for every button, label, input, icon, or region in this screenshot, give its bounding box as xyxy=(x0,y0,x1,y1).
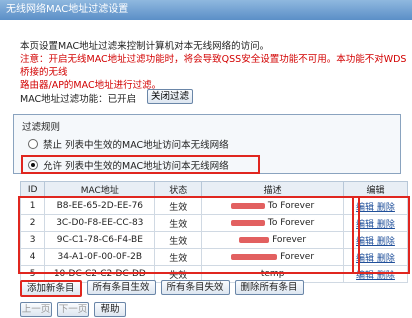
th-status: 状态 xyxy=(154,181,203,198)
row-mac: B8-EE-65-2D-EE-76 xyxy=(44,197,156,215)
bottom-actions: 添加新条目 所有条目生效 所有条目失效 删除所有条目 xyxy=(20,280,304,297)
deny-option[interactable]: 禁止 列表中生效的MAC地址访问本无线网络 xyxy=(28,137,229,151)
row-edit-links[interactable]: 编辑 删除 xyxy=(342,197,409,215)
mac-table-wrap: ID MAC地址 状态 描述 编辑 1 B8-EE-65-2D-EE-76 生效… xyxy=(19,181,409,283)
delete-all-button[interactable]: 删除所有条目 xyxy=(234,280,304,295)
row-desc: To Forever xyxy=(201,197,344,215)
row-edit-links[interactable]: 编辑 删除 xyxy=(342,214,409,232)
row-desc: Forever xyxy=(201,231,344,249)
row-edit-links[interactable]: 编辑 删除 xyxy=(342,231,409,249)
table-row: 1 B8-EE-65-2D-EE-76 生效 To Forever 编辑 删除 xyxy=(19,197,409,215)
row-id: 3 xyxy=(19,231,46,249)
row-id: 2 xyxy=(19,214,46,232)
row-edit-links[interactable]: 编辑 删除 xyxy=(342,265,409,283)
row-id: 1 xyxy=(19,197,46,215)
row-mac: 34-A1-0F-00-0F-2B xyxy=(44,248,156,266)
row-mac: 9C-C1-78-C6-F4-BE xyxy=(44,231,156,249)
allow-highlight-box xyxy=(21,155,260,174)
deny-label: 禁止 列表中生效的MAC地址访问本无线网络 xyxy=(43,140,229,151)
table-row: 4 34-A1-0F-00-0F-2B 生效 Forever 编辑 删除 xyxy=(19,248,409,266)
filter-status: MAC地址过滤功能：已开启 xyxy=(20,94,137,105)
row-status: 生效 xyxy=(154,197,203,215)
window-titlebar: 无线网络MAC地址过滤设置 xyxy=(0,0,412,20)
row-status: 生效 xyxy=(154,214,203,232)
row-status: 生效 xyxy=(154,231,203,249)
warning-line-1: 注意：开启无线MAC地址过滤功能时，将会导致QSS安全设置功能不可用。本功能不对… xyxy=(20,54,407,78)
disable-filter-button[interactable]: 关闭过滤 xyxy=(147,89,193,104)
disable-all-button[interactable]: 所有条目失效 xyxy=(160,280,230,295)
th-id: ID xyxy=(19,181,46,198)
enable-all-button[interactable]: 所有条目生效 xyxy=(86,280,156,295)
description: 本页设置MAC地址过滤来控制计算机对本无线网络的访问。 注意：开启无线MAC地址… xyxy=(20,40,408,92)
mac-table: ID MAC地址 状态 描述 编辑 1 B8-EE-65-2D-EE-76 生效… xyxy=(19,181,409,283)
row-mac: 3C-D0-F8-EE-CC-83 xyxy=(44,214,156,232)
row-desc: To Forever xyxy=(201,214,344,232)
deny-radio[interactable] xyxy=(28,139,38,149)
row-id: 4 xyxy=(19,248,46,266)
filter-rules-box: 过滤规则 禁止 列表中生效的MAC地址访问本无线网络 允许 列表中生效的MAC地… xyxy=(13,114,401,174)
prev-page-button[interactable]: 上一页 xyxy=(20,302,52,317)
description-line-1: 本页设置MAC地址过滤来控制计算机对本无线网络的访问。 xyxy=(20,41,270,52)
window-title: 无线网络MAC地址过滤设置 xyxy=(6,4,129,15)
help-button[interactable]: 帮助 xyxy=(94,302,126,317)
th-mac: MAC地址 xyxy=(44,181,156,198)
add-entry-button[interactable]: 添加新条目 xyxy=(20,280,82,297)
th-desc: 描述 xyxy=(201,181,344,198)
table-row: 2 3C-D0-F8-EE-CC-83 生效 To Forever 编辑 删除 xyxy=(19,214,409,232)
table-row: 3 9C-C1-78-C6-F4-BE 生效 Forever 编辑 删除 xyxy=(19,231,409,249)
pagination: 上一页 下一页 帮助 xyxy=(20,302,126,317)
next-page-button[interactable]: 下一页 xyxy=(57,302,89,317)
row-desc: Forever xyxy=(201,248,344,266)
filter-rules-title: 过滤规则 xyxy=(22,122,61,133)
row-edit-links[interactable]: 编辑 删除 xyxy=(342,248,409,266)
th-edit: 编辑 xyxy=(342,181,409,198)
row-status: 生效 xyxy=(154,248,203,266)
